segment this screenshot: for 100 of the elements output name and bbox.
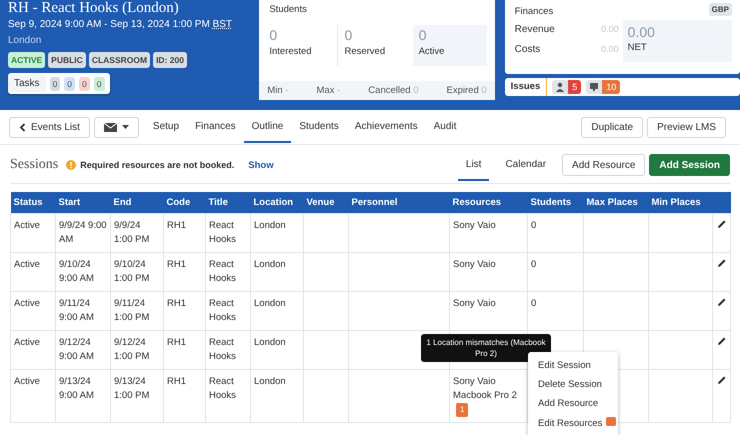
event-location: London	[8, 35, 42, 46]
column-header[interactable]: Max Places	[584, 192, 648, 214]
nav-tab[interactable]: Finances	[187, 111, 244, 143]
resource-name: Sony Vaio	[453, 297, 497, 311]
show-link[interactable]: Show	[248, 160, 274, 170]
resource-name: Sony Vaio	[453, 219, 497, 233]
tag: ID: 200	[153, 52, 187, 68]
end-cell: 9/12/24 1:00 PM	[110, 330, 164, 370]
location-cell: London	[250, 330, 304, 370]
code-cell: RH1	[164, 330, 206, 370]
end-cell: 9/9/24 1:00 PM	[110, 214, 164, 252]
nav-tab[interactable]: Students	[291, 111, 347, 143]
pencil-icon[interactable]	[716, 375, 726, 385]
end-cell: 9/11/24 1:00 PM	[110, 292, 164, 330]
students-cell: 0	[531, 298, 536, 309]
column-header[interactable]: Code	[164, 192, 206, 214]
start-cell: 9/13/24 9:00 AM	[56, 370, 110, 422]
nav-tab[interactable]: Outline	[244, 111, 292, 143]
title-cell: React Hooks	[206, 214, 250, 252]
mismatch-badge: 1	[456, 403, 468, 417]
pencil-icon[interactable]	[716, 336, 726, 346]
status-cell: Active	[10, 330, 56, 370]
currency-badge: GBP	[708, 3, 732, 16]
back-button[interactable]: Events List	[9, 116, 90, 138]
task-count[interactable]: 0	[64, 76, 76, 90]
action-button[interactable]: Duplicate	[581, 116, 644, 138]
start-cell: 9/10/24 9:00 AM	[56, 252, 110, 292]
task-count[interactable]: 0	[94, 76, 104, 90]
title-cell: React Hooks	[206, 330, 250, 370]
nav-tab[interactable]: Achievements	[346, 111, 426, 143]
task-count[interactable]: 0	[50, 76, 60, 90]
location-cell: London	[250, 292, 304, 330]
column-header[interactable]: End	[110, 192, 164, 214]
envelope-icon	[104, 122, 117, 132]
view-tab[interactable]: Calendar	[497, 149, 554, 181]
stat-label: Reserved	[344, 46, 386, 57]
code-cell: RH1	[164, 370, 206, 422]
stat-label: Active	[418, 46, 446, 57]
status-cell: Active	[10, 214, 56, 252]
timezone-label: BST	[212, 19, 232, 30]
footer-stat: Expired 0	[446, 85, 487, 96]
column-header[interactable]: Min Places	[648, 192, 712, 214]
task-count[interactable]: 0	[79, 76, 90, 90]
stat-value: 0	[418, 27, 428, 43]
column-header[interactable]: Personnel	[348, 192, 450, 214]
finance-label: Costs	[514, 44, 540, 55]
action-button[interactable]: Preview LMS	[647, 116, 726, 138]
monitor-icon	[589, 82, 600, 92]
card-title: Finances	[514, 5, 554, 17]
students-cell: 0	[531, 259, 536, 270]
resource-name: Macbook Pro 2	[453, 389, 518, 403]
resource-name: Sony Vaio	[453, 258, 497, 272]
column-header[interactable]: Title	[206, 192, 250, 214]
footer-stat: Min -	[267, 85, 288, 96]
add-session-button[interactable]: Add Session	[649, 154, 730, 176]
pencil-icon[interactable]	[716, 219, 726, 229]
start-cell: 9/9/24 9:00 AM	[56, 214, 110, 252]
status-cell: Active	[10, 252, 56, 292]
issue-count[interactable]: 5	[568, 80, 582, 94]
resource-name: Sony Vaio	[453, 375, 497, 389]
column-header[interactable]: Start	[56, 192, 110, 214]
tooltip: 1 Location mismatches (Macbook Pro 2)	[421, 334, 551, 362]
warning-text: Required resources are not booked.	[80, 160, 234, 170]
column-header[interactable]: Status	[10, 192, 56, 214]
tag: ACTIVE	[8, 52, 46, 68]
menu-item[interactable]: Delete Session	[528, 375, 618, 394]
card-title: Students	[268, 3, 308, 15]
issues-label: Issues	[504, 78, 548, 96]
add-resource-button[interactable]: Add Resource	[562, 154, 646, 176]
pencil-icon[interactable]	[716, 258, 726, 268]
column-header[interactable]: Location	[250, 192, 304, 214]
tasks-label: Tasks	[8, 75, 46, 92]
status-cell: Active	[10, 292, 56, 330]
finance-value: 0.00	[601, 44, 619, 55]
location-cell: London	[250, 370, 304, 422]
status-cell: Active	[10, 370, 56, 422]
view-tab[interactable]: List	[458, 149, 490, 181]
person-icon	[555, 82, 566, 92]
end-cell: 9/10/24 1:00 PM	[110, 252, 164, 292]
title-cell: React Hooks	[206, 370, 250, 422]
pencil-icon[interactable]	[716, 297, 726, 307]
column-header[interactable]: Students	[528, 192, 584, 214]
column-header[interactable]: Venue	[304, 192, 348, 214]
end-cell: 9/13/24 1:00 PM	[110, 370, 164, 422]
stat-label: Interested	[269, 46, 313, 57]
finance-label: Revenue	[514, 24, 555, 35]
menu-item[interactable]: Add Resource	[528, 394, 618, 413]
stat-value: 0	[344, 27, 354, 43]
finance-value: 0.00	[601, 24, 619, 35]
email-dropdown-button[interactable]	[94, 116, 139, 138]
tag: CLASSROOM	[88, 52, 150, 68]
location-cell: London	[250, 252, 304, 292]
net-label: NET	[628, 42, 648, 53]
nav-tab[interactable]: Setup	[144, 111, 188, 143]
event-dates: Sep 9, 2024 9:00 AM - Sep 13, 2024 1:00 PM	[8, 19, 210, 30]
nav-tab[interactable]: Audit	[426, 111, 464, 143]
code-cell: RH1	[164, 252, 206, 292]
chevron-left-icon	[19, 122, 26, 132]
column-header[interactable]: Resources	[450, 192, 528, 214]
menu-item[interactable]: Edit Resources	[528, 413, 618, 433]
